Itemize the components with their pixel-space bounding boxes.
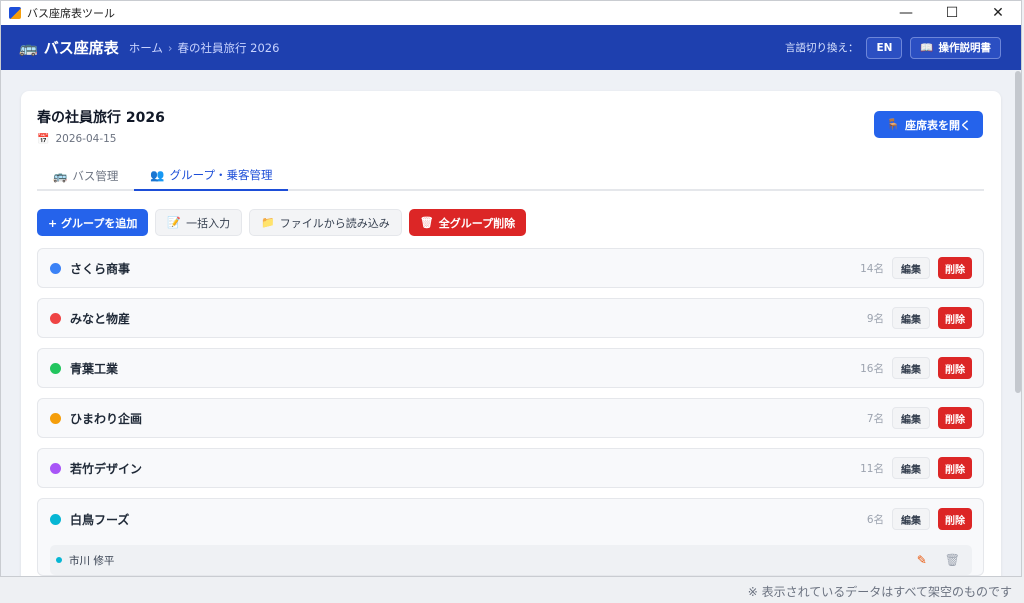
app-name: バス座席表 [43,39,119,57]
edit-group-button[interactable]: 編集 [892,407,930,429]
add-group-button[interactable]: + グループを追加 [37,209,149,236]
book-icon: 📖 [920,42,934,54]
window-title: バス座席表ツール [27,7,115,20]
minimize-button[interactable]: — [883,1,929,25]
app-icon [9,7,21,19]
seat-chart-icon: 🪑 [886,118,900,131]
group-color-dot [50,462,61,474]
delete-group-button[interactable]: 削除 [938,257,972,279]
trip-date-value: 2026-04-15 [55,133,117,145]
bus-icon: 🚌 [19,38,38,57]
maximize-button[interactable]: ☐ [929,1,975,25]
breadcrumb-home[interactable]: ホーム [129,40,163,56]
edit-group-button[interactable]: 編集 [892,457,930,479]
group-name: 青葉工業 [70,361,119,376]
bulk-input-label: 一括入力 [186,216,231,230]
group-row[interactable]: 青葉工業 16名 編集 削除 [37,348,984,388]
bulk-input-button[interactable]: 📝 一括入力 [155,209,243,236]
breadcrumb-separator: › [167,40,173,55]
folder-icon: 📁 [261,216,275,229]
edit-group-button[interactable]: 編集 [892,257,930,279]
group-count: 6名 [866,513,884,526]
open-seat-chart-label: 座席表を開く [905,118,971,132]
group-row[interactable]: ひまわり企画 7名 編集 削除 [37,398,984,438]
breadcrumb-current: 春の社員旅行 2026 [177,40,280,55]
trip-title: 春の社員旅行 2026 [37,110,165,126]
trip-date: 📅 2026-04-15 [37,133,984,145]
group-color-dot [50,312,61,324]
tab-bus-management[interactable]: 🚌 バス管理 [37,161,134,191]
window-titlebar: バス座席表ツール — ☐ ✕ [1,1,1021,25]
group-row[interactable]: みなと物産 9名 編集 削除 [37,298,984,338]
delete-all-label: 全グループ削除 [438,216,516,230]
load-file-label: ファイルから読み込み [279,216,390,230]
tab-bar: 🚌 バス管理 👥 グループ・乗客管理 [37,161,984,191]
close-button[interactable]: ✕ [975,1,1021,25]
open-seat-chart-button[interactable]: 🪑 座席表を開く [874,111,983,138]
group-list: さくら商事 14名 編集 削除 みなと物産 9名 編集 削除 青葉工業 16名 … [37,248,984,576]
group-actions: + グループを追加 📝 一括入力 📁 ファイルから読み込み 🗑 全グループ削除 [37,209,984,236]
group-count: 11名 [860,462,884,475]
delete-group-button[interactable]: 削除 [938,357,972,379]
breadcrumb: ホーム › 春の社員旅行 2026 [129,40,280,56]
manual-button[interactable]: 📖 操作説明書 [910,36,1001,59]
delete-group-button[interactable]: 削除 [938,508,972,530]
group-name: 白鳥フーズ [70,512,130,527]
tab-label: バス管理 [72,169,119,183]
trip-card: 春の社員旅行 2026 📅 2026-04-15 🪑 座席表を開く 🚌 バス管理… [21,91,1001,576]
group-row[interactable]: 若竹デザイン 11名 編集 削除 [37,448,984,488]
group-count: 16名 [860,362,884,375]
tab-label: グループ・乗客管理 [169,168,273,182]
tab-group-passenger-management[interactable]: 👥 グループ・乗客管理 [134,161,289,191]
app-header: 🚌 バス座席表 ホーム › 春の社員旅行 2026 言語切り換え： EN 📖 操… [1,25,1021,70]
trash-icon[interactable]: 🗑 [945,553,960,567]
group-count: 14名 [860,262,884,275]
group-color-dot [50,362,61,374]
language-label: 言語切り換え： [784,42,859,54]
delete-group-button[interactable]: 削除 [938,457,972,479]
edit-group-button[interactable]: 編集 [892,508,930,530]
delete-all-groups-button[interactable]: 🗑 全グループ削除 [408,209,527,236]
group-color-dot [50,262,61,274]
passenger-color-dot [56,557,62,563]
group-color-dot [50,412,61,424]
people-icon: 👥 [150,168,165,182]
group-row-expanded[interactable]: 白鳥フーズ 6名 編集 削除 市川 修平 ✎ 🗑 [37,498,984,576]
delete-group-button[interactable]: 削除 [938,407,972,429]
passenger-name: 市川 修平 [69,554,115,567]
edit-group-button[interactable]: 編集 [892,307,930,329]
language-button[interactable]: EN [866,36,903,59]
scrollbar[interactable] [1015,71,1021,393]
group-name: ひまわり企画 [70,411,143,426]
passenger-row[interactable]: 市川 修平 ✎ 🗑 [50,545,972,575]
group-name: 若竹デザイン [70,461,143,476]
group-count: 7名 [866,412,884,425]
load-file-button[interactable]: 📁 ファイルから読み込み [249,209,402,236]
fictional-data-note: ※ 表示されているデータはすべて架空のものです [747,585,1012,599]
group-count: 9名 [866,312,884,325]
app-window: バス座席表ツール — ☐ ✕ 🚌 バス座席表 ホーム › 春の社員旅行 2026… [0,0,1022,577]
pencil-icon[interactable]: ✎ [917,553,927,567]
trash-icon: 🗑 [419,216,434,229]
group-name: みなと物産 [70,311,131,326]
group-row[interactable]: さくら商事 14名 編集 削除 [37,248,984,288]
delete-group-button[interactable]: 削除 [938,307,972,329]
group-color-dot [50,513,61,525]
bus-icon: 🚌 [53,169,68,183]
group-name: さくら商事 [70,261,131,276]
brand[interactable]: 🚌 バス座席表 [19,37,119,58]
manual-button-label: 操作説明書 [938,42,992,54]
edit-group-button[interactable]: 編集 [892,357,930,379]
calendar-icon: 📅 [37,133,50,145]
memo-icon: 📝 [167,216,182,229]
